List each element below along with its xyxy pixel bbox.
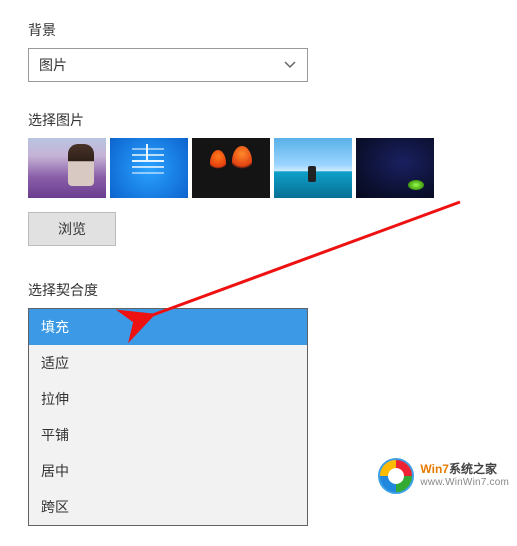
fit-option-center[interactable]: 居中 <box>29 453 307 489</box>
browse-button-label: 浏览 <box>58 219 86 239</box>
browse-button[interactable]: 浏览 <box>28 212 116 246</box>
fit-option-label: 拉伸 <box>41 389 69 409</box>
fit-option-fit[interactable]: 适应 <box>29 345 307 381</box>
fit-option-label: 填充 <box>41 317 69 337</box>
wallpaper-thumb[interactable] <box>274 138 352 198</box>
fit-option-tile[interactable]: 平铺 <box>29 417 307 453</box>
fit-option-label: 平铺 <box>41 425 69 445</box>
wallpaper-thumb[interactable] <box>356 138 434 198</box>
wallpaper-thumb[interactable] <box>28 138 106 198</box>
picture-label: 选择图片 <box>28 110 489 130</box>
wallpaper-thumb[interactable] <box>110 138 188 198</box>
thumbnail-row <box>28 138 489 198</box>
fit-option-label: 居中 <box>41 461 69 481</box>
fit-option-span[interactable]: 跨区 <box>29 489 307 525</box>
fit-option-fill[interactable]: 填充 <box>29 309 307 345</box>
fit-dropdown[interactable]: 填充 适应 拉伸 平铺 居中 跨区 <box>28 308 308 526</box>
fit-option-stretch[interactable]: 拉伸 <box>29 381 307 417</box>
fit-option-label: 适应 <box>41 353 69 373</box>
background-label: 背景 <box>28 20 489 40</box>
wallpaper-thumb[interactable] <box>192 138 270 198</box>
fit-option-label: 跨区 <box>41 497 69 517</box>
background-select-value: 图片 <box>39 55 67 75</box>
fit-label: 选择契合度 <box>28 280 489 300</box>
chevron-down-icon <box>283 58 297 72</box>
background-select[interactable]: 图片 <box>28 48 308 82</box>
